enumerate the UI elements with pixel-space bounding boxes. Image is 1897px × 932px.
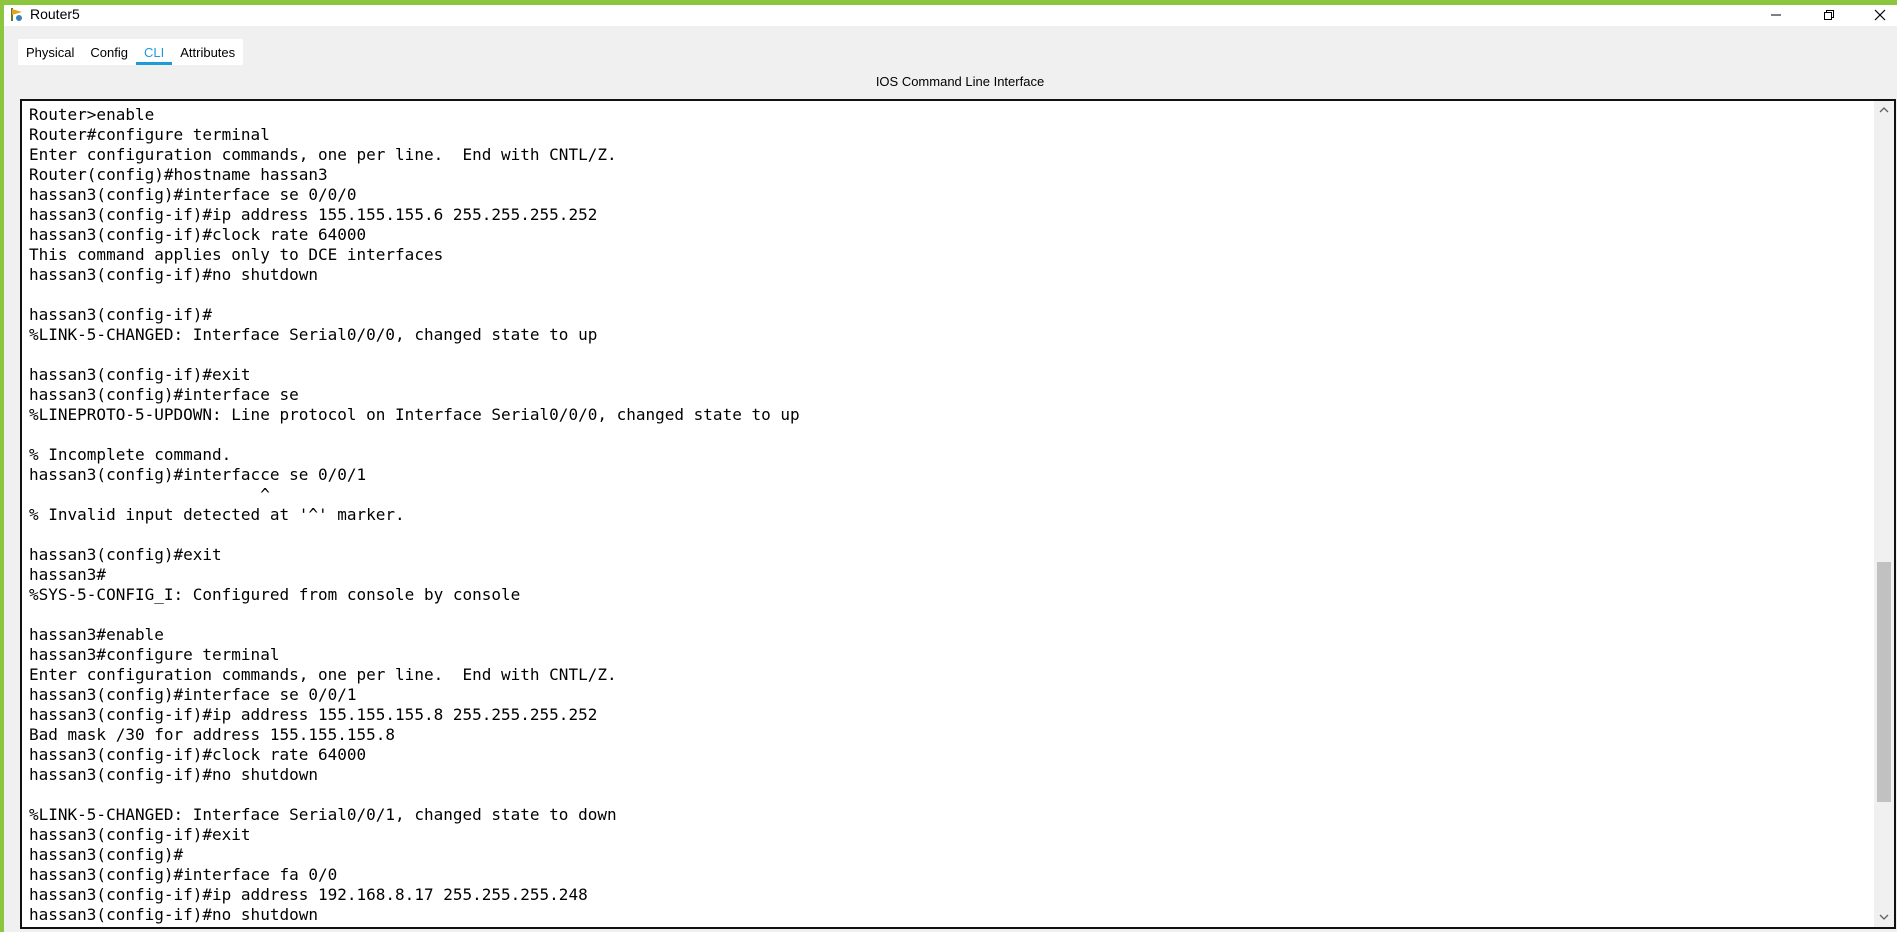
window-title: Router5 (30, 6, 80, 22)
tab-config[interactable]: Config (82, 39, 136, 65)
minimize-button[interactable] (1756, 5, 1796, 26)
tab-attributes[interactable]: Attributes (172, 39, 243, 65)
tab-physical[interactable]: Physical (18, 39, 82, 65)
title-bar[interactable]: Router5 (4, 5, 1897, 26)
panel-title: IOS Command Line Interface (875, 74, 1045, 89)
restore-button[interactable] (1809, 5, 1849, 26)
scroll-up-button[interactable] (1874, 101, 1894, 119)
close-icon (1860, 9, 1897, 21)
tab-bar: Physical Config CLI Attributes (4, 26, 1897, 65)
vertical-scrollbar[interactable] (1874, 101, 1894, 927)
scrollbar-thumb[interactable] (1877, 562, 1891, 802)
packet-tracer-router-icon (10, 7, 24, 22)
window-accent-left (0, 0, 4, 932)
minimize-icon (1756, 9, 1796, 21)
scroll-down-button[interactable] (1874, 909, 1894, 927)
cli-terminal[interactable]: Router>enable Router#configure terminal … (20, 99, 1896, 929)
tab-cli[interactable]: CLI (136, 39, 173, 65)
close-button[interactable] (1860, 5, 1897, 26)
chevron-up-icon (1874, 106, 1894, 113)
chevron-down-icon (1874, 914, 1894, 921)
restore-icon (1809, 9, 1849, 21)
tab-strip: Physical Config CLI Attributes (18, 39, 244, 65)
terminal-output[interactable]: Router>enable Router#configure terminal … (29, 105, 800, 925)
